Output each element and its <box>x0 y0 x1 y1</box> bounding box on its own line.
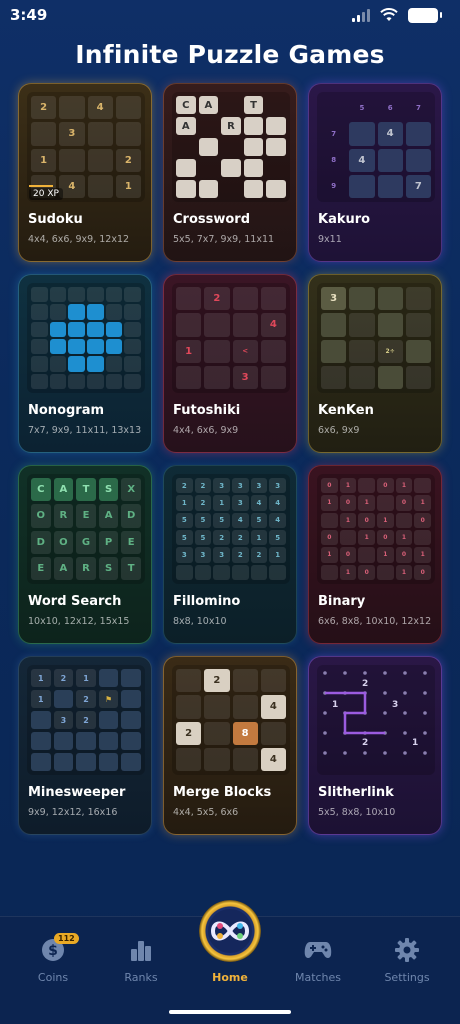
status-bar: 3:49 <box>0 0 460 30</box>
game-title: KenKen <box>318 403 374 418</box>
nonogram-thumbnail <box>27 283 145 393</box>
game-card-kenken[interactable]: 3 2÷ KenKen 6x6, 9x9 <box>308 274 442 453</box>
game-sizes: 4x4, 6x6, 9x9, 12x12 <box>28 234 130 245</box>
tab-label: Matches <box>294 971 342 984</box>
tab-home-label: Home <box>212 971 248 984</box>
tab-settings[interactable]: Settings <box>372 937 442 984</box>
game-card-nonogram[interactable]: Nonogram 7x7, 9x9, 11x11, 13x13 <box>18 274 152 453</box>
tab-bar: $ 112 Coins Ranks Home Matches Settings <box>0 900 460 1024</box>
tab-coins[interactable]: $ 112 Coins <box>18 933 88 984</box>
game-title: Minesweeper <box>28 785 126 800</box>
cellular-signal-icon <box>352 8 370 22</box>
game-title: Fillomino <box>173 594 241 609</box>
fillomino-thumbnail: 223333 121344 555454 552215 333221 <box>172 474 290 584</box>
game-card-fillomino[interactable]: 223333 121344 555454 552215 333221 Fillo… <box>163 465 297 644</box>
xp-badge: 20 XP <box>29 185 63 200</box>
game-title: Binary <box>318 594 366 609</box>
game-title: Merge Blocks <box>173 785 272 800</box>
tab-home[interactable] <box>199 900 261 962</box>
word-search-thumbnail: CATSX OREAD DOGPE EARST <box>27 474 145 584</box>
tab-label: Coins <box>37 971 69 984</box>
game-title: Crossword <box>173 212 251 227</box>
tab-ranks[interactable]: Ranks <box>106 937 176 984</box>
game-sizes: 9x11 <box>318 234 342 245</box>
game-card-slitherlink[interactable]: 2 1 3 2 1 Slitherlink 5x5, 8x8, 10x10 <box>308 656 442 835</box>
game-sizes: 9x9, 12x12, 16x16 <box>28 807 118 818</box>
page-title: Infinite Puzzle Games <box>75 40 385 69</box>
gamepad-icon <box>283 937 353 963</box>
game-card-word-search[interactable]: CATSX OREAD DOGPE EARST Word Search 10x1… <box>18 465 152 644</box>
game-sizes: 6x6, 9x9 <box>318 425 360 436</box>
game-title: Slitherlink <box>318 785 394 800</box>
game-title: Kakuro <box>318 212 371 227</box>
battery-icon <box>408 7 442 23</box>
infinity-puzzle-logo <box>208 909 252 953</box>
game-sizes: 6x6, 8x8, 10x10, 12x12 <box>318 616 432 627</box>
futoshiki-thumbnail: 2 4 1 < 3 <box>172 283 290 393</box>
crossword-thumbnail: CAT AR <box>172 92 290 202</box>
merge-blocks-thumbnail: 2 4 28 4 <box>172 665 290 775</box>
game-sizes: 7x7, 9x9, 11x11, 13x13 <box>28 425 142 436</box>
game-card-merge-blocks[interactable]: 2 4 28 4 Merge Blocks 4x4, 5x5, 6x6 <box>163 656 297 835</box>
kenken-thumbnail: 3 2÷ <box>317 283 435 393</box>
game-sizes: 4x4, 5x5, 6x6 <box>173 807 239 818</box>
status-icons <box>352 7 442 23</box>
game-card-binary[interactable]: 0101 10101 1010 0101 10101 1010 Binary 6… <box>308 465 442 644</box>
game-card-crossword[interactable]: CAT AR Crossword 5x5, 7x7, 9x9, 11x11 <box>163 83 297 262</box>
game-sizes: 5x5, 8x8, 10x10 <box>318 807 396 818</box>
game-sizes: 5x5, 7x7, 9x9, 11x11 <box>173 234 275 245</box>
svg-text:2: 2 <box>362 679 368 689</box>
gear-icon <box>372 937 442 963</box>
game-sizes: 10x10, 12x12, 15x15 <box>28 616 130 627</box>
tab-label: Ranks <box>124 971 158 984</box>
bar-chart-icon <box>106 937 176 963</box>
game-grid: 24 3 12 41 20 XP Sudoku 4x4, 6x6, 9x9, 1… <box>18 83 442 835</box>
game-title: Nonogram <box>28 403 105 418</box>
tab-matches[interactable]: Matches <box>283 937 353 984</box>
game-title: Futoshiki <box>173 403 241 418</box>
home-indicator <box>169 1010 291 1014</box>
svg-text:1: 1 <box>412 738 418 748</box>
game-title: Word Search <box>28 594 122 609</box>
svg-text:1: 1 <box>332 700 338 710</box>
minesweeper-thumbnail: 121 1 2 ⚑ 32 <box>27 665 145 775</box>
game-card-futoshiki[interactable]: 2 4 1 < 3 Futoshiki 4x4, 6x6, 9x9 <box>163 274 297 453</box>
tab-label: Settings <box>384 971 430 984</box>
game-card-sudoku[interactable]: 24 3 12 41 20 XP Sudoku 4x4, 6x6, 9x9, 1… <box>18 83 152 262</box>
svg-text:3: 3 <box>392 700 398 710</box>
game-sizes: 8x8, 10x10 <box>173 616 227 627</box>
game-sizes: 4x4, 6x6, 9x9 <box>173 425 239 436</box>
coin-count-badge: 112 <box>54 933 79 944</box>
svg-text:2: 2 <box>362 738 368 748</box>
game-title: Sudoku <box>28 212 83 227</box>
game-card-kakuro[interactable]: 567 74 84 97 Kakuro 9x11 <box>308 83 442 262</box>
svg-text:$: $ <box>48 943 58 959</box>
slitherlink-thumbnail: 2 1 3 2 1 <box>317 665 435 775</box>
status-time: 3:49 <box>10 6 48 24</box>
wifi-icon <box>380 8 398 21</box>
kakuro-thumbnail: 567 74 84 97 <box>317 92 435 202</box>
binary-thumbnail: 0101 10101 1010 0101 10101 1010 <box>317 474 435 584</box>
game-card-minesweeper[interactable]: 121 1 2 ⚑ 32 Minesweeper 9x9, 12x12, 16x16 <box>18 656 152 835</box>
